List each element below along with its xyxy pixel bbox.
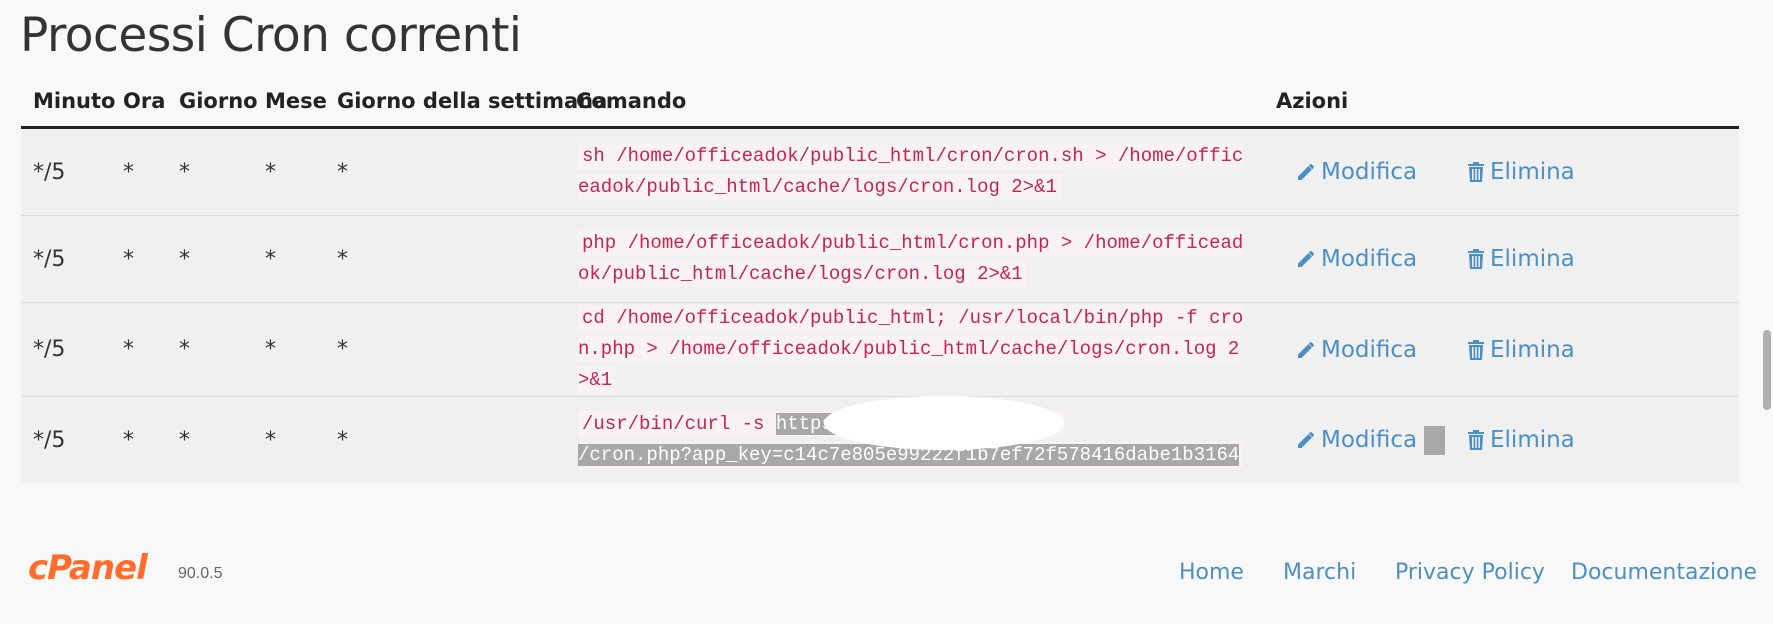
cell-weekday: *: [325, 302, 564, 397]
cell-actions: Modifica Elimina: [1264, 215, 1739, 303]
cell-minute: */5: [21, 215, 111, 303]
delete-label: Elimina: [1490, 246, 1575, 272]
edit-link[interactable]: Modifica: [1296, 246, 1436, 272]
cell-day: *: [167, 302, 253, 397]
delete-link[interactable]: Elimina: [1467, 337, 1575, 363]
cell-hour: *: [111, 127, 167, 216]
cell-month: *: [253, 302, 325, 397]
trash-icon: [1468, 249, 1484, 269]
footer-link-home[interactable]: Home: [1179, 560, 1244, 585]
cell-month: *: [253, 215, 325, 303]
delete-link[interactable]: Elimina: [1467, 246, 1575, 272]
footer-link-privacy-policy[interactable]: Privacy Policy: [1395, 560, 1545, 585]
delete-label: Elimina: [1490, 336, 1575, 363]
cell-day: *: [167, 127, 253, 216]
version-label: 90.0.5: [178, 565, 223, 582]
cell-minute: */5: [21, 396, 111, 483]
footer-link-trademarks[interactable]: Marchi: [1283, 560, 1356, 585]
header-command[interactable]: Comando: [564, 76, 1264, 129]
table-row: */5 * * * * cd /home/officeadok/public_h…: [21, 302, 1739, 397]
cpanel-logo: cPanel: [28, 548, 148, 588]
edit-label: Modifica: [1321, 336, 1418, 363]
redaction-mark: [824, 395, 1065, 450]
command-text: sh /home/officeadok/public_html/cron/cro…: [578, 143, 1244, 200]
cell-hour: *: [111, 215, 167, 303]
trash-icon: [1468, 430, 1484, 450]
cell-weekday: *: [325, 215, 564, 303]
command-text: php /home/officeadok/public_html/cron.ph…: [578, 230, 1244, 287]
cell-month: *: [253, 127, 325, 216]
pencil-icon: [1298, 432, 1314, 448]
pencil-icon: [1298, 251, 1314, 267]
table-row: */5 * * * * php /home/officeadok/public_…: [21, 215, 1739, 303]
footer-link-documentation[interactable]: Documentazione: [1571, 560, 1757, 585]
cell-command: cd /home/officeadok/public_html; /usr/lo…: [564, 302, 1264, 397]
cell-hour: *: [111, 396, 167, 483]
command-prefix: /usr/bin/curl -s: [582, 413, 776, 435]
edit-label: Modifica: [1321, 246, 1418, 272]
scrollbar-thumb[interactable]: [1763, 330, 1771, 410]
cell-day: *: [167, 215, 253, 303]
delete-link[interactable]: Elimina: [1467, 159, 1575, 185]
table-row: */5 * * * * /usr/bin/curl -s https:/cron…: [21, 395, 1739, 483]
cell-day: *: [167, 396, 253, 483]
cron-jobs-table: Minuto Ora Giorno Mese Giorno della sett…: [21, 76, 1739, 483]
edit-link[interactable]: Modifica: [1296, 159, 1436, 185]
cell-command: sh /home/officeadok/public_html/cron/cro…: [564, 127, 1264, 216]
trash-icon: [1468, 339, 1484, 360]
table-header-row: Minuto Ora Giorno Mese Giorno della sett…: [21, 76, 1739, 129]
table-row: */5 * * * * sh /home/officeadok/public_h…: [21, 127, 1739, 216]
trash-icon: [1468, 162, 1484, 182]
cell-actions: Modifica Elimina: [1264, 396, 1739, 483]
edit-label: Modifica: [1321, 427, 1418, 453]
selection-highlight: [1424, 425, 1445, 455]
cell-month: *: [253, 396, 325, 483]
header-month[interactable]: Mese: [253, 76, 327, 129]
cell-minute: */5: [21, 302, 111, 397]
cell-command: php /home/officeadok/public_html/cron.ph…: [564, 215, 1264, 303]
footer: cPanel 90.0.5 Home Marchi Privacy Policy…: [0, 548, 1773, 598]
command-text: cd /home/officeadok/public_html; /usr/lo…: [578, 305, 1244, 393]
edit-label: Modifica: [1321, 159, 1418, 185]
cell-hour: *: [111, 302, 167, 397]
pencil-icon: [1298, 341, 1314, 358]
header-hour[interactable]: Ora: [111, 76, 167, 129]
cell-minute: */5: [21, 127, 111, 216]
delete-label: Elimina: [1490, 427, 1575, 453]
header-actions: Azioni: [1264, 76, 1739, 129]
header-weekday[interactable]: Giorno della settimana: [325, 76, 607, 129]
edit-link[interactable]: Modifica: [1296, 427, 1436, 453]
delete-link[interactable]: Elimina: [1467, 427, 1575, 453]
header-minute[interactable]: Minuto: [21, 76, 115, 129]
edit-link[interactable]: Modifica: [1296, 337, 1436, 363]
cell-actions: Modifica Elimina: [1264, 127, 1739, 216]
cell-weekday: *: [325, 127, 564, 216]
delete-label: Elimina: [1490, 159, 1575, 185]
pencil-icon: [1298, 164, 1314, 180]
command-text: /usr/bin/curl -s https:/cron.php?app_key…: [578, 395, 1244, 468]
page-title: Processi Cron correnti: [20, 8, 522, 63]
cell-weekday: *: [325, 396, 564, 483]
cell-actions: Modifica Elimina: [1264, 302, 1739, 397]
header-day[interactable]: Giorno: [167, 76, 258, 129]
cell-command: /usr/bin/curl -s https:/cron.php?app_key…: [564, 395, 1264, 483]
